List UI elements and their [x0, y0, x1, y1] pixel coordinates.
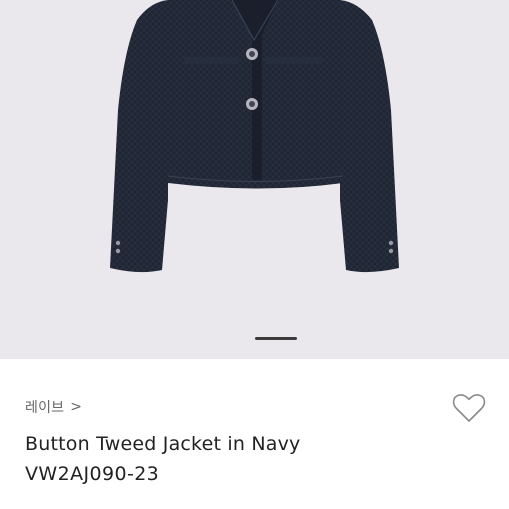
product-image-gallery[interactable]: [0, 0, 509, 359]
product-title: Button Tweed Jacket in Navy: [25, 433, 301, 455]
wishlist-button[interactable]: [451, 392, 487, 424]
product-info-panel: 레이브 > Button Tweed Jacket in Navy VW2AJ0…: [0, 359, 509, 509]
chevron-right-icon: >: [70, 399, 83, 415]
product-image: [110, 0, 399, 273]
product-code: VW2AJ090-23: [25, 463, 160, 485]
heart-outline-icon: [452, 394, 486, 422]
brand-link[interactable]: 레이브 >: [25, 397, 82, 417]
gallery-page-indicator: [255, 337, 297, 340]
brand-name: 레이브: [25, 400, 65, 416]
